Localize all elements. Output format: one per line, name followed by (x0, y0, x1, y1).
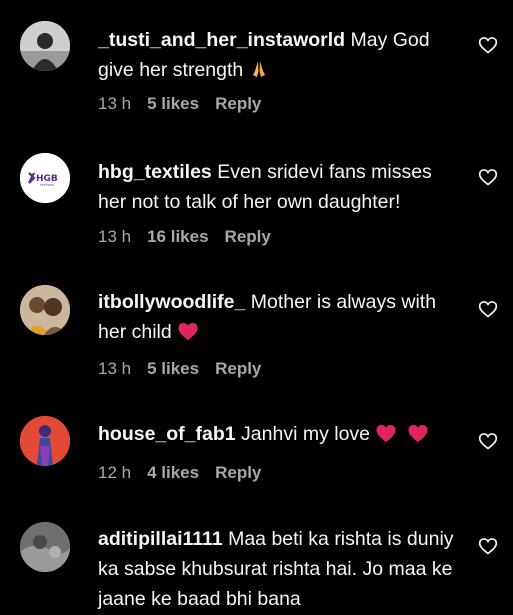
red-heart-emoji-icon (177, 320, 199, 350)
avatar[interactable] (20, 522, 70, 572)
comment-likes[interactable]: 16 likes (147, 227, 208, 247)
heart-outline-icon (478, 538, 498, 555)
comment-time: 13 h (98, 359, 132, 378)
comment-text: house_of_fab1 Janhvi my love (98, 419, 463, 452)
comment-text: _tusti_and_her_instaworld May God give h… (98, 25, 463, 88)
comment-likes[interactable]: 5 likes (147, 94, 199, 114)
comment-meta: 12 h 4 likes Reply (98, 463, 261, 483)
comment-time: 13 h (98, 94, 132, 113)
like-button[interactable] (478, 167, 498, 187)
red-heart-emoji-icon (375, 422, 397, 452)
comment-meta: 13 h 5 likes Reply (98, 359, 261, 379)
comment-meta: 13 h 5 likes Reply (98, 94, 261, 114)
avatar-photo-icon (20, 522, 70, 572)
comment-time: 12 h (98, 463, 132, 482)
red-heart-emoji-icon (407, 422, 429, 452)
comment-username[interactable]: itbollywoodlife_ (98, 291, 245, 313)
reply-button[interactable]: Reply (215, 94, 261, 114)
reply-button[interactable]: Reply (215, 359, 261, 379)
comment-body: Janhvi my love (241, 423, 371, 445)
avatar-photo-icon (20, 21, 70, 71)
comment-likes[interactable]: 4 likes (147, 463, 199, 483)
reply-button[interactable]: Reply (215, 463, 261, 483)
comment-text: itbollywoodlife_ Mother is always with h… (98, 287, 463, 350)
comment-username[interactable]: aditipillai1111 (98, 528, 223, 550)
avatar[interactable]: HGB TEXTILES (20, 153, 70, 203)
heart-outline-icon (478, 37, 498, 54)
like-button[interactable] (478, 35, 498, 55)
heart-outline-icon (478, 169, 498, 186)
hgb-logo-icon: HGB TEXTILES (20, 153, 70, 203)
avatar-logo-subtext: TEXTILES (39, 183, 54, 187)
heart-outline-icon (478, 433, 498, 450)
comment-text: aditipillai1111 Maa beti ka rishta is du… (98, 524, 463, 614)
comment-meta: 13 h 16 likes Reply (98, 227, 271, 247)
like-button[interactable] (478, 299, 498, 319)
comment-likes[interactable]: 5 likes (147, 359, 199, 379)
comment-username[interactable]: _tusti_and_her_instaworld (98, 29, 345, 51)
like-button[interactable] (478, 536, 498, 556)
avatar-photo-icon (20, 416, 70, 466)
like-button[interactable] (478, 431, 498, 451)
pray-emoji-icon (249, 58, 269, 88)
comment-username[interactable]: hbg_textiles (98, 161, 212, 183)
reply-button[interactable]: Reply (225, 227, 271, 247)
avatar-photo-icon (20, 285, 70, 335)
avatar[interactable] (20, 285, 70, 335)
avatar[interactable] (20, 21, 70, 71)
comment-username[interactable]: house_of_fab1 (98, 423, 236, 445)
comment-text: hbg_textiles Even sridevi fans misses he… (98, 157, 463, 217)
heart-outline-icon (478, 301, 498, 318)
avatar[interactable] (20, 416, 70, 466)
comment-time: 13 h (98, 227, 132, 246)
